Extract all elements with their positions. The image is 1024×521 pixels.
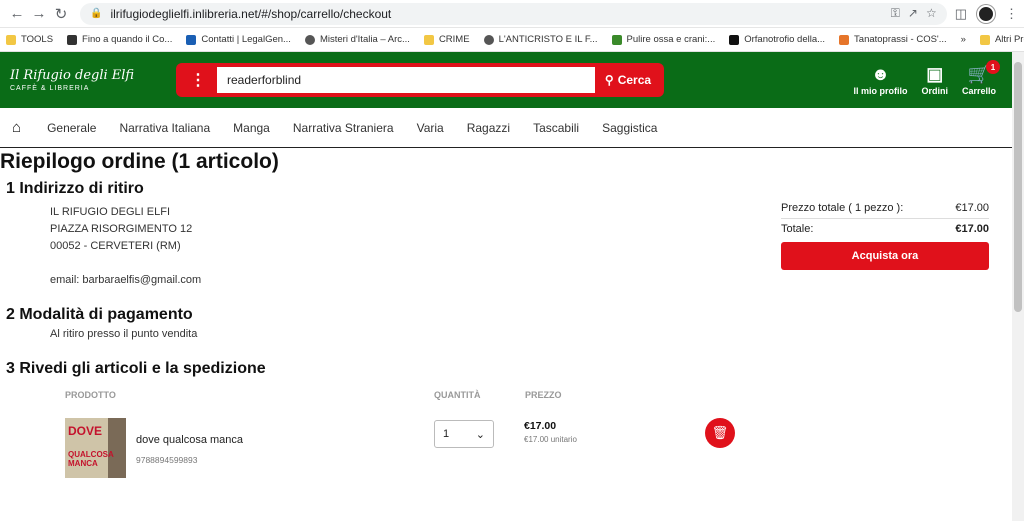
items-table-header: PRODOTTO QUANTITÀ PREZZO [65,390,1024,400]
nav-narrativa-straniera[interactable]: Narrativa Straniera [293,121,394,135]
nav-ragazzi[interactable]: Ragazzi [467,121,510,135]
site-header: Il Rifugio degli Elfi CAFFÈ & LIBRERIA ⋮… [0,52,1024,108]
home-icon[interactable]: ⌂ [12,119,21,136]
star-icon[interactable]: ☆ [926,6,937,21]
col-quantity: QUANTITÀ [434,390,481,400]
bookmark-6[interactable]: L'ANTICRISTO E IL F... [483,34,598,45]
globe-icon [304,34,315,45]
checkout-main: Riepilogo ordine (1 articolo) 1 Indirizz… [0,150,1024,478]
nav-manga[interactable]: Manga [233,121,270,135]
chevron-down-icon: ⌄ [475,428,485,441]
search-bar: ⋮ ⚲ Cerca [176,63,664,97]
forward-icon[interactable]: → [28,3,50,25]
store-icon: ▣ [926,64,944,84]
subtotal-row: Prezzo totale ( 1 pezzo ): €17.00 [781,202,989,214]
nav-varia[interactable]: Varia [417,121,444,135]
cart-button[interactable]: 🛒 1 Carrello [962,60,1000,96]
folder-icon [979,34,990,45]
search-button[interactable]: ⚲ Cerca [595,73,661,87]
key-icon[interactable]: ⚿ [891,6,900,21]
globe-icon [483,34,494,45]
page-scrollbar[interactable] [1012,52,1024,521]
bookmark-7[interactable]: Pulire ossa e crani:... [611,34,715,45]
page-title: Riepilogo ordine (1 articolo) [0,150,279,173]
col-product: PRODOTTO [65,390,116,400]
sidebar-icon[interactable]: ◫ [955,6,967,22]
bookmark-8[interactable]: Orfanotrofio della... [729,34,825,45]
back-icon[interactable]: ← [6,3,28,25]
bookmark-tools[interactable]: TOOLS [6,34,53,45]
product-isbn: 9788894599893 [136,455,198,465]
bookmark-crime[interactable]: CRIME [423,34,470,45]
payment-method: Al ritiro presso il punto vendita [50,328,198,340]
url-text: ilrifugiodeglielfi.inlibreria.net/#/shop… [110,6,392,21]
section-pickup-title: 1 Indirizzo di ritiro [6,180,144,197]
share-icon[interactable]: ↗ [908,6,918,21]
search-icon: ⚲ [604,73,614,87]
nav-saggistica[interactable]: Saggistica [602,121,657,135]
bookmark-9[interactable]: Tanatoprassi - COS'... [839,34,947,45]
pickup-email: email: barbaraelfis@gmail.com [50,274,202,286]
bookmarks-bar: TOOLS Fino a quando il Co... Contatti | … [0,28,1024,52]
book-cover-image[interactable]: DOVE QUALCOSA MANCA [65,418,126,478]
more-bookmarks-button[interactable]: » [961,34,966,45]
trash-icon: 🗑 [711,425,729,440]
quantity-select[interactable]: 1 ⌄ [434,420,494,448]
search-menu-icon[interactable]: ⋮ [179,70,217,90]
product-name[interactable]: dove qualcosa manca [136,434,434,446]
buy-now-button[interactable]: Acquista ora [781,242,989,270]
nav-tascabili[interactable]: Tascabili [533,121,579,135]
category-nav: ⌂ Generale Narrativa Italiana Manga Narr… [0,108,1024,148]
menu-icon[interactable]: ⋮ [1005,6,1018,22]
address-bar[interactable]: 🔒 ilrifugiodeglielfi.inlibreria.net/#/sh… [80,2,947,25]
page-icon [729,34,740,45]
cart-badge: 1 [986,60,1000,74]
browser-toolbar: ← → ↻ 🔒 ilrifugiodeglielfi.inlibreria.ne… [0,0,1024,28]
order-summary: Prezzo totale ( 1 pezzo ): €17.00 Totale… [781,198,989,270]
bookmark-3[interactable]: Contatti | LegalGen... [186,34,291,45]
cart-item: DOVE QUALCOSA MANCA dove qualcosa manca … [65,418,1024,478]
page-icon [611,34,622,45]
reload-icon[interactable]: ↻ [50,3,72,25]
user-icon: ☻ [871,64,890,84]
legal-icon [186,34,197,45]
col-price: PREZZO [525,390,562,400]
bookmark-4[interactable]: Misteri d'Italia – Arc... [304,34,410,45]
site-logo[interactable]: Il Rifugio degli Elfi CAFFÈ & LIBRERIA [10,68,150,92]
section-payment-title: 2 Modalità di pagamento [6,306,193,323]
profile-button[interactable]: ☻ Il mio profilo [853,64,907,96]
search-input[interactable] [217,67,595,93]
joomla-icon [839,34,850,45]
orders-button[interactable]: ▣ Ordini [921,64,948,96]
nav-narrativa-italiana[interactable]: Narrativa Italiana [119,121,210,135]
profile-avatar[interactable] [977,4,995,23]
section-review-title: 3 Rivedi gli articoli e la spedizione [6,360,266,377]
lock-icon: 🔒 [90,8,103,19]
item-price: €17.00 €17.00 unitario [524,420,577,444]
folder-icon [423,34,434,45]
other-bookmarks[interactable]: Altri Preferiti [979,34,1024,45]
delete-item-button[interactable]: 🗑 [704,418,735,448]
total-row: Totale: €17.00 [781,218,989,239]
bookmark-2[interactable]: Fino a quando il Co... [67,34,172,45]
page-icon [67,34,78,45]
folder-icon [6,34,16,45]
nav-generale[interactable]: Generale [47,121,96,135]
